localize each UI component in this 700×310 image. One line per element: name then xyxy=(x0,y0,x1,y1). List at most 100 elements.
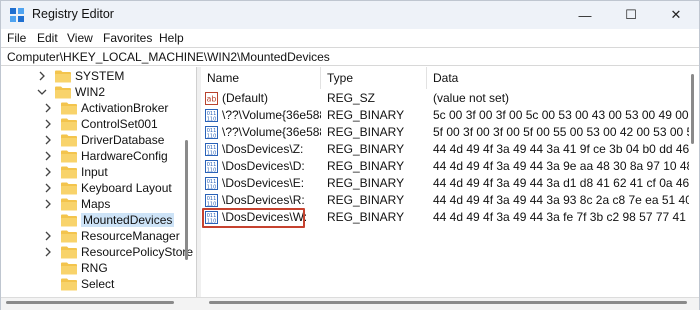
value-data: 44 4d 49 4f 3a 49 44 3a fe 7f 3b c2 98 5… xyxy=(433,210,689,224)
tree-item-rng[interactable]: RNG xyxy=(43,260,108,276)
value-type: REG_BINARY xyxy=(327,176,405,190)
column-header-type[interactable]: Type xyxy=(321,67,427,89)
string-value-icon: ab xyxy=(205,92,218,105)
binary-value-icon: 011110 xyxy=(205,109,218,122)
tree-item-controlset001[interactable]: ControlSet001 xyxy=(43,116,158,132)
svg-text:110: 110 xyxy=(207,202,217,208)
folder-icon xyxy=(61,166,77,178)
tree-item-label: MountedDevices xyxy=(81,213,175,227)
tree-item-label: Maps xyxy=(81,197,111,211)
tree-item-label: ResourceManager xyxy=(81,229,180,243)
values-hscrollbar-thumb[interactable] xyxy=(209,301,687,304)
folder-icon xyxy=(61,198,77,210)
chevron-right-icon[interactable] xyxy=(43,183,53,193)
tree-item-label: DriverDatabase xyxy=(81,133,165,147)
column-header-data[interactable]: Data xyxy=(427,67,699,89)
value-type: REG_SZ xyxy=(327,91,376,105)
chevron-right-icon[interactable] xyxy=(43,119,53,129)
binary-value-icon: 011110 xyxy=(205,143,218,156)
registry-editor-window: Registry Editor — ☐ ✕ File Edit View Fav… xyxy=(0,0,700,310)
menu-favorites[interactable]: Favorites xyxy=(103,31,152,45)
close-button[interactable]: ✕ xyxy=(653,1,699,29)
value-data: 44 4d 49 4f 3a 49 44 3a 9e aa 48 30 8a 9… xyxy=(433,159,689,173)
tree-item-resourcepolicystore[interactable]: ResourcePolicyStore xyxy=(43,244,193,260)
tree-item-mounteddevices[interactable]: MountedDevices xyxy=(43,212,175,228)
chevron-right-icon[interactable] xyxy=(43,167,53,177)
folder-icon xyxy=(55,86,71,98)
no-expander xyxy=(43,279,53,289)
chevron-right-icon[interactable] xyxy=(43,103,53,113)
maximize-button[interactable]: ☐ xyxy=(608,1,654,29)
value-name: \DosDevices\R: xyxy=(222,193,305,207)
value-type: REG_BINARY xyxy=(327,125,405,139)
value-row[interactable]: 011110 \??\Volume{36e588... REG_BINARY 5f 0… xyxy=(201,124,699,141)
tree-item-win2[interactable]: WIN2 xyxy=(37,84,105,100)
tree-item-select[interactable]: Select xyxy=(43,276,114,292)
value-row[interactable]: 011 110 \DosDevices\R: REG_BINARY 44 4d 49 4… xyxy=(201,192,699,209)
chevron-right-icon[interactable] xyxy=(37,71,47,81)
svg-text:110: 110 xyxy=(207,185,217,191)
chevron-right-icon[interactable] xyxy=(43,135,53,145)
svg-text:110: 110 xyxy=(207,117,217,123)
address-path[interactable]: Computer\HKEY_LOCAL_MACHINE\WIN2\Mounted… xyxy=(7,50,330,64)
tree-item-label: RNG xyxy=(81,261,108,275)
values-scrollbar-thumb[interactable] xyxy=(691,74,694,144)
folder-icon xyxy=(61,102,77,114)
key-tree-pane[interactable]: SYSTEM WIN2 ActivationBroker ControlSet001 D… xyxy=(1,67,197,297)
menu-file[interactable]: File xyxy=(7,31,26,45)
menu-view[interactable]: View xyxy=(67,31,93,45)
tree-scrollbar[interactable] xyxy=(184,67,190,297)
value-name: \DosDevices\Z: xyxy=(222,142,304,156)
tree-item-driverdatabase[interactable]: DriverDatabase xyxy=(43,132,164,148)
binary-value-icon: 011110 xyxy=(205,177,218,190)
binary-value-icon: 011110 xyxy=(205,126,218,139)
value-type: REG_BINARY xyxy=(327,108,405,122)
value-data: 44 4d 49 4f 3a 49 44 3a 41 9f ce 3b 04 b… xyxy=(433,142,689,156)
title-bar[interactable]: Registry Editor — ☐ ✕ xyxy=(1,1,699,29)
tree-item-label: ActivationBroker xyxy=(81,101,169,115)
chevron-right-icon[interactable] xyxy=(43,231,53,241)
value-data: 44 4d 49 4f 3a 49 44 3a d1 d8 41 62 41 c… xyxy=(433,176,689,190)
no-expander xyxy=(43,263,53,273)
value-name: \DosDevices\D: xyxy=(222,159,305,173)
value-row[interactable]: ab (Default) REG_SZ (value not set) xyxy=(201,90,699,107)
chevron-right-icon[interactable] xyxy=(43,151,53,161)
values-scrollbar[interactable] xyxy=(690,67,696,297)
value-row[interactable]: 011 110 \DosDevices\Z: REG_BINARY 44 4d 49 4… xyxy=(201,141,699,158)
chevron-right-icon[interactable] xyxy=(43,247,53,257)
folder-icon xyxy=(61,150,77,162)
tree-hscrollbar-thumb[interactable] xyxy=(6,301,174,304)
value-type: REG_BINARY xyxy=(327,142,405,156)
tree-item-hardwareconfig[interactable]: HardwareConfig xyxy=(43,148,168,164)
tree-item-maps[interactable]: Maps xyxy=(43,196,110,212)
value-row[interactable]: 011 110 \DosDevices\D: REG_BINARY 44 4d 49 4… xyxy=(201,158,699,175)
tree-item-resourcemanager[interactable]: ResourceManager xyxy=(43,228,180,244)
tree-item-activationbroker[interactable]: ActivationBroker xyxy=(43,100,168,116)
value-row[interactable]: 011 110 \DosDevices\E: REG_BINARY 44 4d 49 4… xyxy=(201,175,699,192)
chevron-down-icon[interactable] xyxy=(37,87,47,97)
menu-edit[interactable]: Edit xyxy=(37,31,58,45)
svg-text:110: 110 xyxy=(207,151,217,157)
column-header-name[interactable]: Name xyxy=(201,67,321,89)
tree-item-keyboard-layout[interactable]: Keyboard Layout xyxy=(43,180,172,196)
no-expander xyxy=(43,215,53,225)
value-type: REG_BINARY xyxy=(327,210,405,224)
value-name: (Default) xyxy=(222,91,269,105)
tree-scrollbar-thumb[interactable] xyxy=(185,140,188,260)
value-row[interactable]: 011110 \??\Volume{36e588... REG_BINARY 5c 0… xyxy=(201,107,699,124)
folder-icon xyxy=(61,182,77,194)
folder-icon xyxy=(61,262,77,274)
menu-bar: File Edit View Favorites Help xyxy=(1,29,699,47)
address-bar[interactable]: Computer\HKEY_LOCAL_MACHINE\WIN2\Mounted… xyxy=(1,47,699,66)
svg-text:110: 110 xyxy=(207,134,217,140)
svg-text:110: 110 xyxy=(207,168,217,174)
svg-text:ab: ab xyxy=(207,95,217,104)
minimize-button[interactable]: — xyxy=(562,1,608,29)
menu-help[interactable]: Help xyxy=(159,31,184,45)
chevron-right-icon[interactable] xyxy=(43,199,53,209)
values-list-pane[interactable]: Name Type Data ab (Default) REG_SZ (value n… xyxy=(201,67,699,297)
tree-item-system[interactable]: SYSTEM xyxy=(37,68,124,84)
tree-item-label: WIN2 xyxy=(75,85,105,99)
registry-editor-icon xyxy=(10,8,24,22)
tree-item-input[interactable]: Input xyxy=(43,164,108,180)
